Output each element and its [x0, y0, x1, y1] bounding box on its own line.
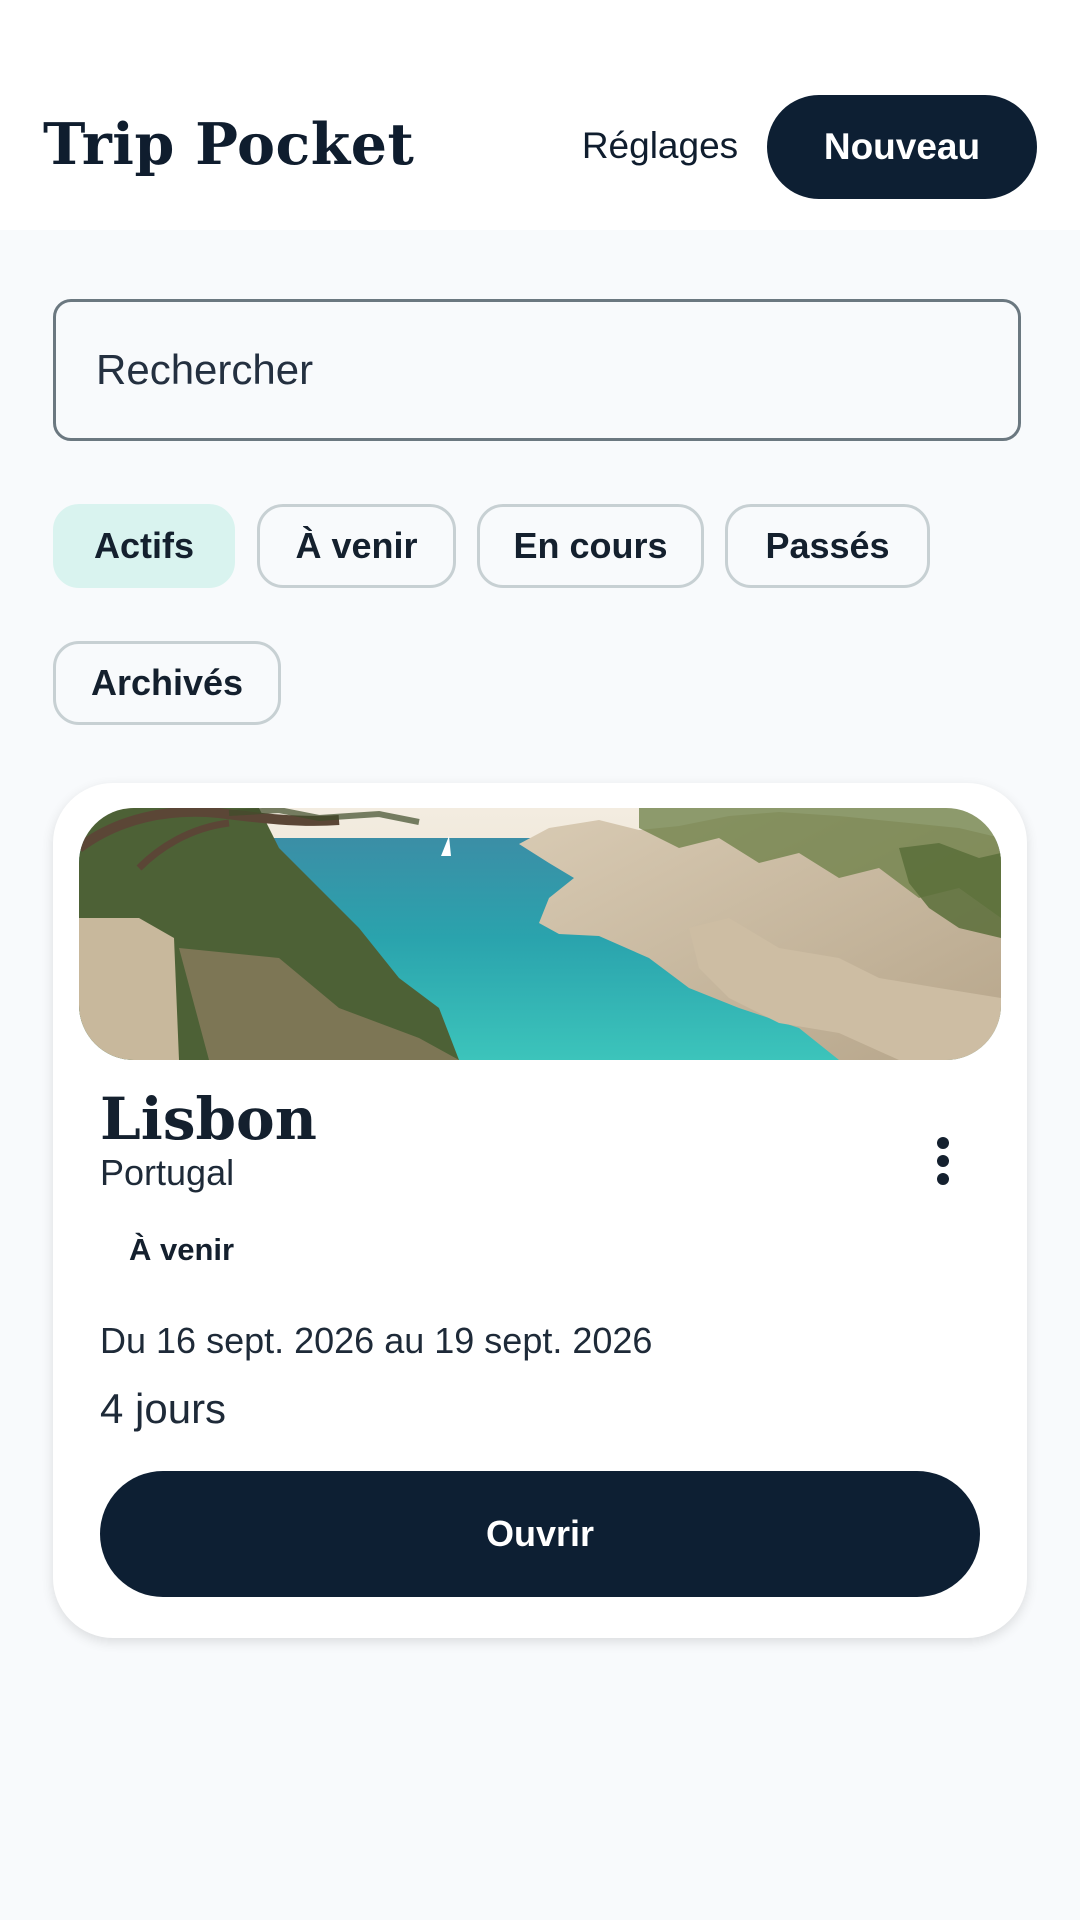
filter-chip-archives[interactable]: Archivés [53, 641, 281, 725]
new-trip-button[interactable]: Nouveau [767, 95, 1037, 199]
trip-cover-image [79, 808, 1001, 1060]
trip-city: Lisbon [100, 1085, 317, 1153]
more-vertical-icon[interactable] [915, 1133, 971, 1189]
search-input[interactable]: Rechercher [53, 299, 1021, 441]
trip-country: Portugal [100, 1152, 235, 1193]
app-title: Trip Pocket [43, 111, 415, 178]
trip-duration: 4 jours [100, 1385, 227, 1432]
trip-card[interactable]: Lisbon Portugal À venir Du 16 sept. 2026… [53, 783, 1027, 1638]
settings-button[interactable]: Réglages [560, 118, 760, 174]
open-trip-button[interactable]: Ouvrir [100, 1471, 980, 1597]
top-app-bar: Trip Pocket Réglages Nouveau [0, 0, 1080, 230]
search-placeholder: Rechercher [96, 346, 314, 393]
filter-chip-passes[interactable]: Passés [725, 504, 930, 588]
filter-chip-a-venir[interactable]: À venir [257, 504, 456, 588]
filter-chip-en-cours[interactable]: En cours [477, 504, 704, 588]
trip-dates: Du 16 sept. 2026 au 19 sept. 2026 [100, 1320, 653, 1361]
filter-chip-actifs[interactable]: Actifs [53, 504, 235, 588]
trip-status-badge: À venir [129, 1232, 235, 1267]
